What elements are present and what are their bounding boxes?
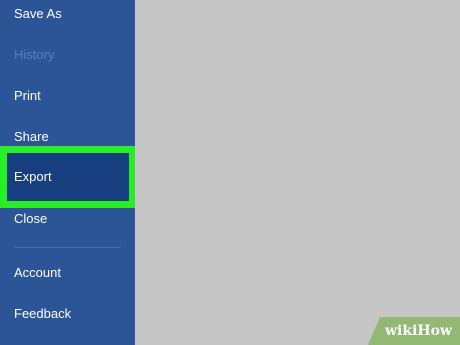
- menu-item-feedback[interactable]: Feedback: [0, 294, 135, 334]
- watermark-text: wikiHow: [385, 323, 453, 339]
- menu-item-print[interactable]: Print: [0, 76, 135, 116]
- menu-item-close[interactable]: Close: [0, 199, 135, 239]
- menu-item-save-as[interactable]: Save As: [0, 0, 135, 34]
- wikihow-watermark: wikiHow: [368, 317, 460, 345]
- menu-item-history: History: [14, 47, 55, 62]
- backstage-sidebar: Save As History Print Share Export Close…: [0, 0, 136, 345]
- menu-item-export-label: Export: [14, 169, 52, 184]
- menu-divider: [14, 247, 121, 248]
- menu-item-account[interactable]: Account: [0, 253, 135, 293]
- main-content-area: [135, 0, 460, 345]
